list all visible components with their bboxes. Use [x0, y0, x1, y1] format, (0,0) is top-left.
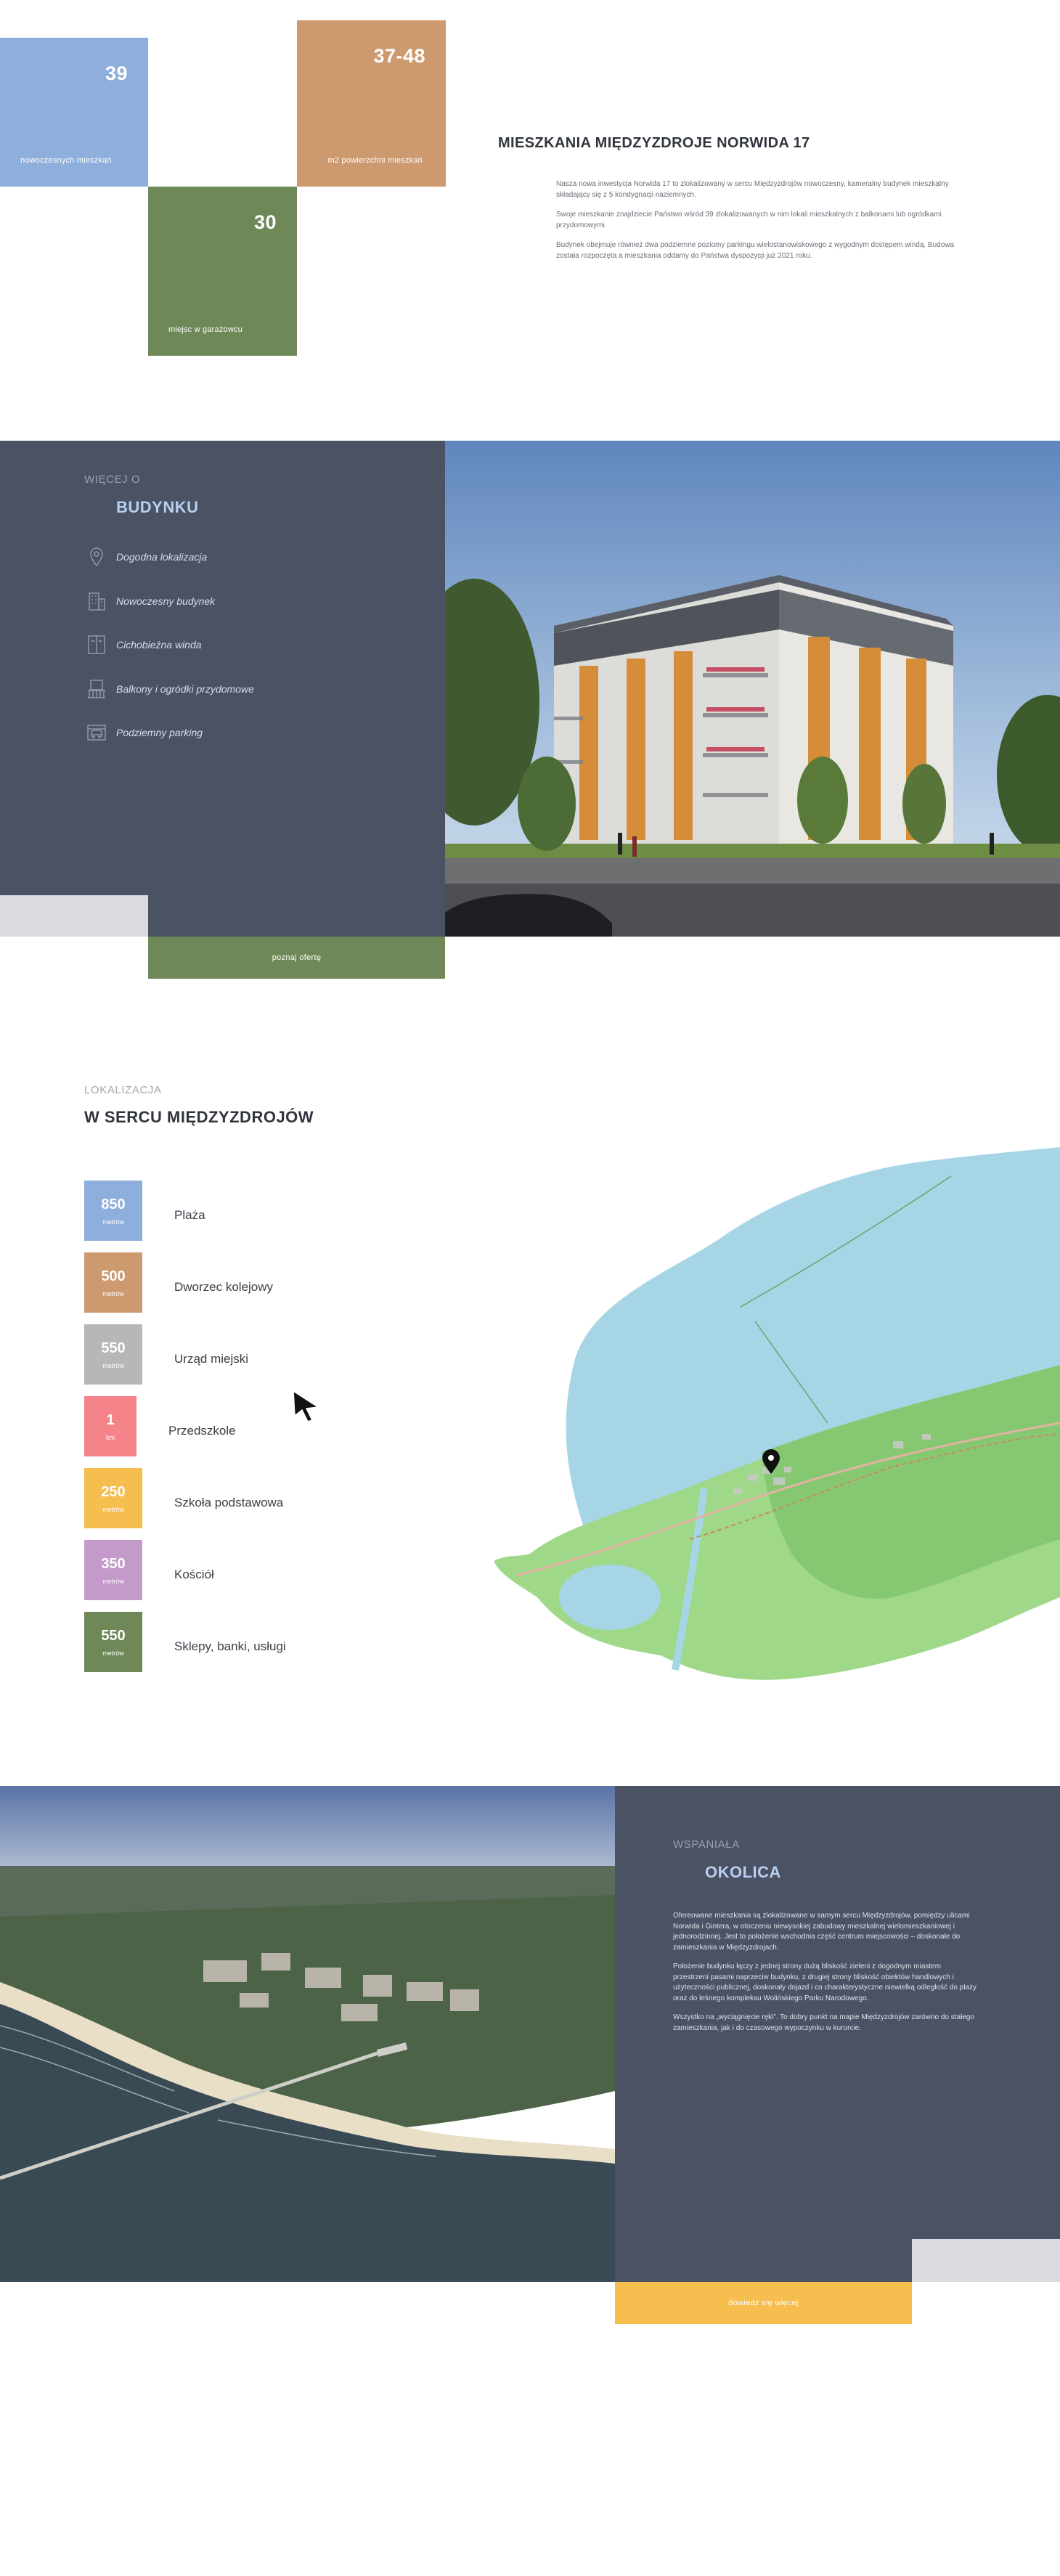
feature-label: Dogodna lokalizacja: [116, 551, 208, 563]
section-title: W SERCU MIĘDZYZDROJÓW: [84, 1108, 314, 1126]
distance-badge: 550 metrów: [84, 1324, 142, 1385]
stat-value: 37-48: [373, 45, 425, 67]
distance-unit: km: [106, 1434, 115, 1441]
distance-value: 550: [101, 1340, 126, 1356]
learn-more-button[interactable]: dowiedz się więcej: [615, 2282, 912, 2324]
section-title: BUDYNKU: [116, 498, 199, 516]
distance-unit: metrów: [102, 1578, 124, 1585]
building-icon: [86, 590, 107, 612]
distance-unit: metrów: [102, 1362, 124, 1369]
place-name: Przedszkole: [168, 1424, 236, 1438]
place-name: Plaża: [174, 1208, 205, 1222]
hero-paragraph: Nasza nowa inwestycja Norwida 17 to zlok…: [556, 180, 949, 199]
stat-caption: nowoczesnych mieszkań: [20, 156, 112, 165]
stat-tile-area: 37-48 m2 powierzchni mieszkań: [297, 20, 446, 187]
distance-unit: metrów: [102, 1290, 124, 1297]
hero-paragraph: Swoje mieszkanie znajdziecie Państwo wśr…: [556, 211, 942, 229]
location-map[interactable]: [486, 1147, 1060, 1699]
place-name: Sklepy, banki, usługi: [174, 1639, 286, 1653]
building-visualization-image: [445, 441, 1060, 937]
stat-caption: miejsc w garażowcu: [168, 325, 243, 334]
feature-label: Nowoczesny budynek: [116, 595, 216, 607]
distance-badge: 250 metrów: [84, 1468, 142, 1528]
distance-value: 850: [101, 1197, 126, 1212]
distance-badge: 550 metrów: [84, 1612, 142, 1672]
section-eyebrow: WSPANIAŁA: [673, 1838, 740, 1851]
distance-value: 250: [101, 1484, 126, 1500]
place-name: Szkoła podstawowa: [174, 1496, 284, 1509]
balcony-icon: [86, 678, 107, 700]
surroundings-paragraph: Wszystko na „wyciągnięcie ręki”. To dobr…: [673, 2013, 975, 2032]
section-title: OKOLICA: [705, 1863, 781, 1881]
distance-unit: metrów: [102, 1506, 124, 1513]
feature-label: Cichobieżna winda: [116, 639, 202, 651]
parking-icon: [86, 722, 107, 743]
surroundings-paragraph: Ofereowane mieszkania są zlokalizowane w…: [673, 1912, 970, 1952]
stat-value: 39: [105, 62, 128, 84]
surroundings-description: Ofereowane mieszkania są zlokalizowane w…: [673, 1911, 978, 2042]
distance-value: 550: [101, 1628, 126, 1644]
distance-badge: 500 metrów: [84, 1252, 142, 1313]
distance-badge: 850 metrów: [84, 1181, 142, 1241]
aerial-photo: [0, 1786, 615, 2282]
stat-value: 30: [253, 211, 277, 233]
mouse-cursor-icon: [292, 1390, 321, 1423]
distance-unit: metrów: [102, 1218, 124, 1226]
stat-tile-apartments: 39 nowoczesnych mieszkań: [0, 38, 148, 187]
place-name: Kościół: [174, 1568, 214, 1581]
decorative-strip: [0, 895, 148, 937]
section-eyebrow: WIĘCEJ O: [84, 473, 141, 486]
stat-caption: m2 powierzchni mieszkań: [327, 156, 423, 165]
page-title: MIESZKANIA MIĘDZYZDROJE NORWIDA 17: [498, 135, 810, 151]
distance-value: 500: [101, 1268, 126, 1284]
distance-value: 350: [101, 1556, 126, 1572]
elevator-icon: [86, 634, 107, 656]
place-name: Urząd miejski: [174, 1352, 249, 1366]
hero-paragraph: Budynek obejmuje również dwa podziemne p…: [556, 241, 955, 260]
stat-tile-garage: 30 miejsc w garażowcu: [148, 187, 297, 356]
place-name: Dworzec kolejowy: [174, 1280, 274, 1294]
feature-label: Balkony i ogródki przydomowe: [116, 683, 254, 695]
hero-description: Nasza nowa inwestycja Norwida 17 to zlok…: [556, 179, 974, 270]
map-pin-icon: [86, 546, 107, 568]
distance-badge: 1 km: [84, 1396, 136, 1456]
view-offer-button[interactable]: poznaj ofertę: [148, 937, 445, 979]
section-eyebrow: LOKALIZACJA: [84, 1084, 162, 1096]
distance-value: 1: [106, 1412, 115, 1428]
decorative-strip: [912, 2239, 1060, 2282]
distance-badge: 350 metrów: [84, 1540, 142, 1600]
surroundings-paragraph: Położenie budynku łączy z jednej strony …: [673, 1962, 977, 2002]
distance-unit: metrów: [102, 1650, 124, 1657]
feature-label: Podziemny parking: [116, 727, 203, 738]
